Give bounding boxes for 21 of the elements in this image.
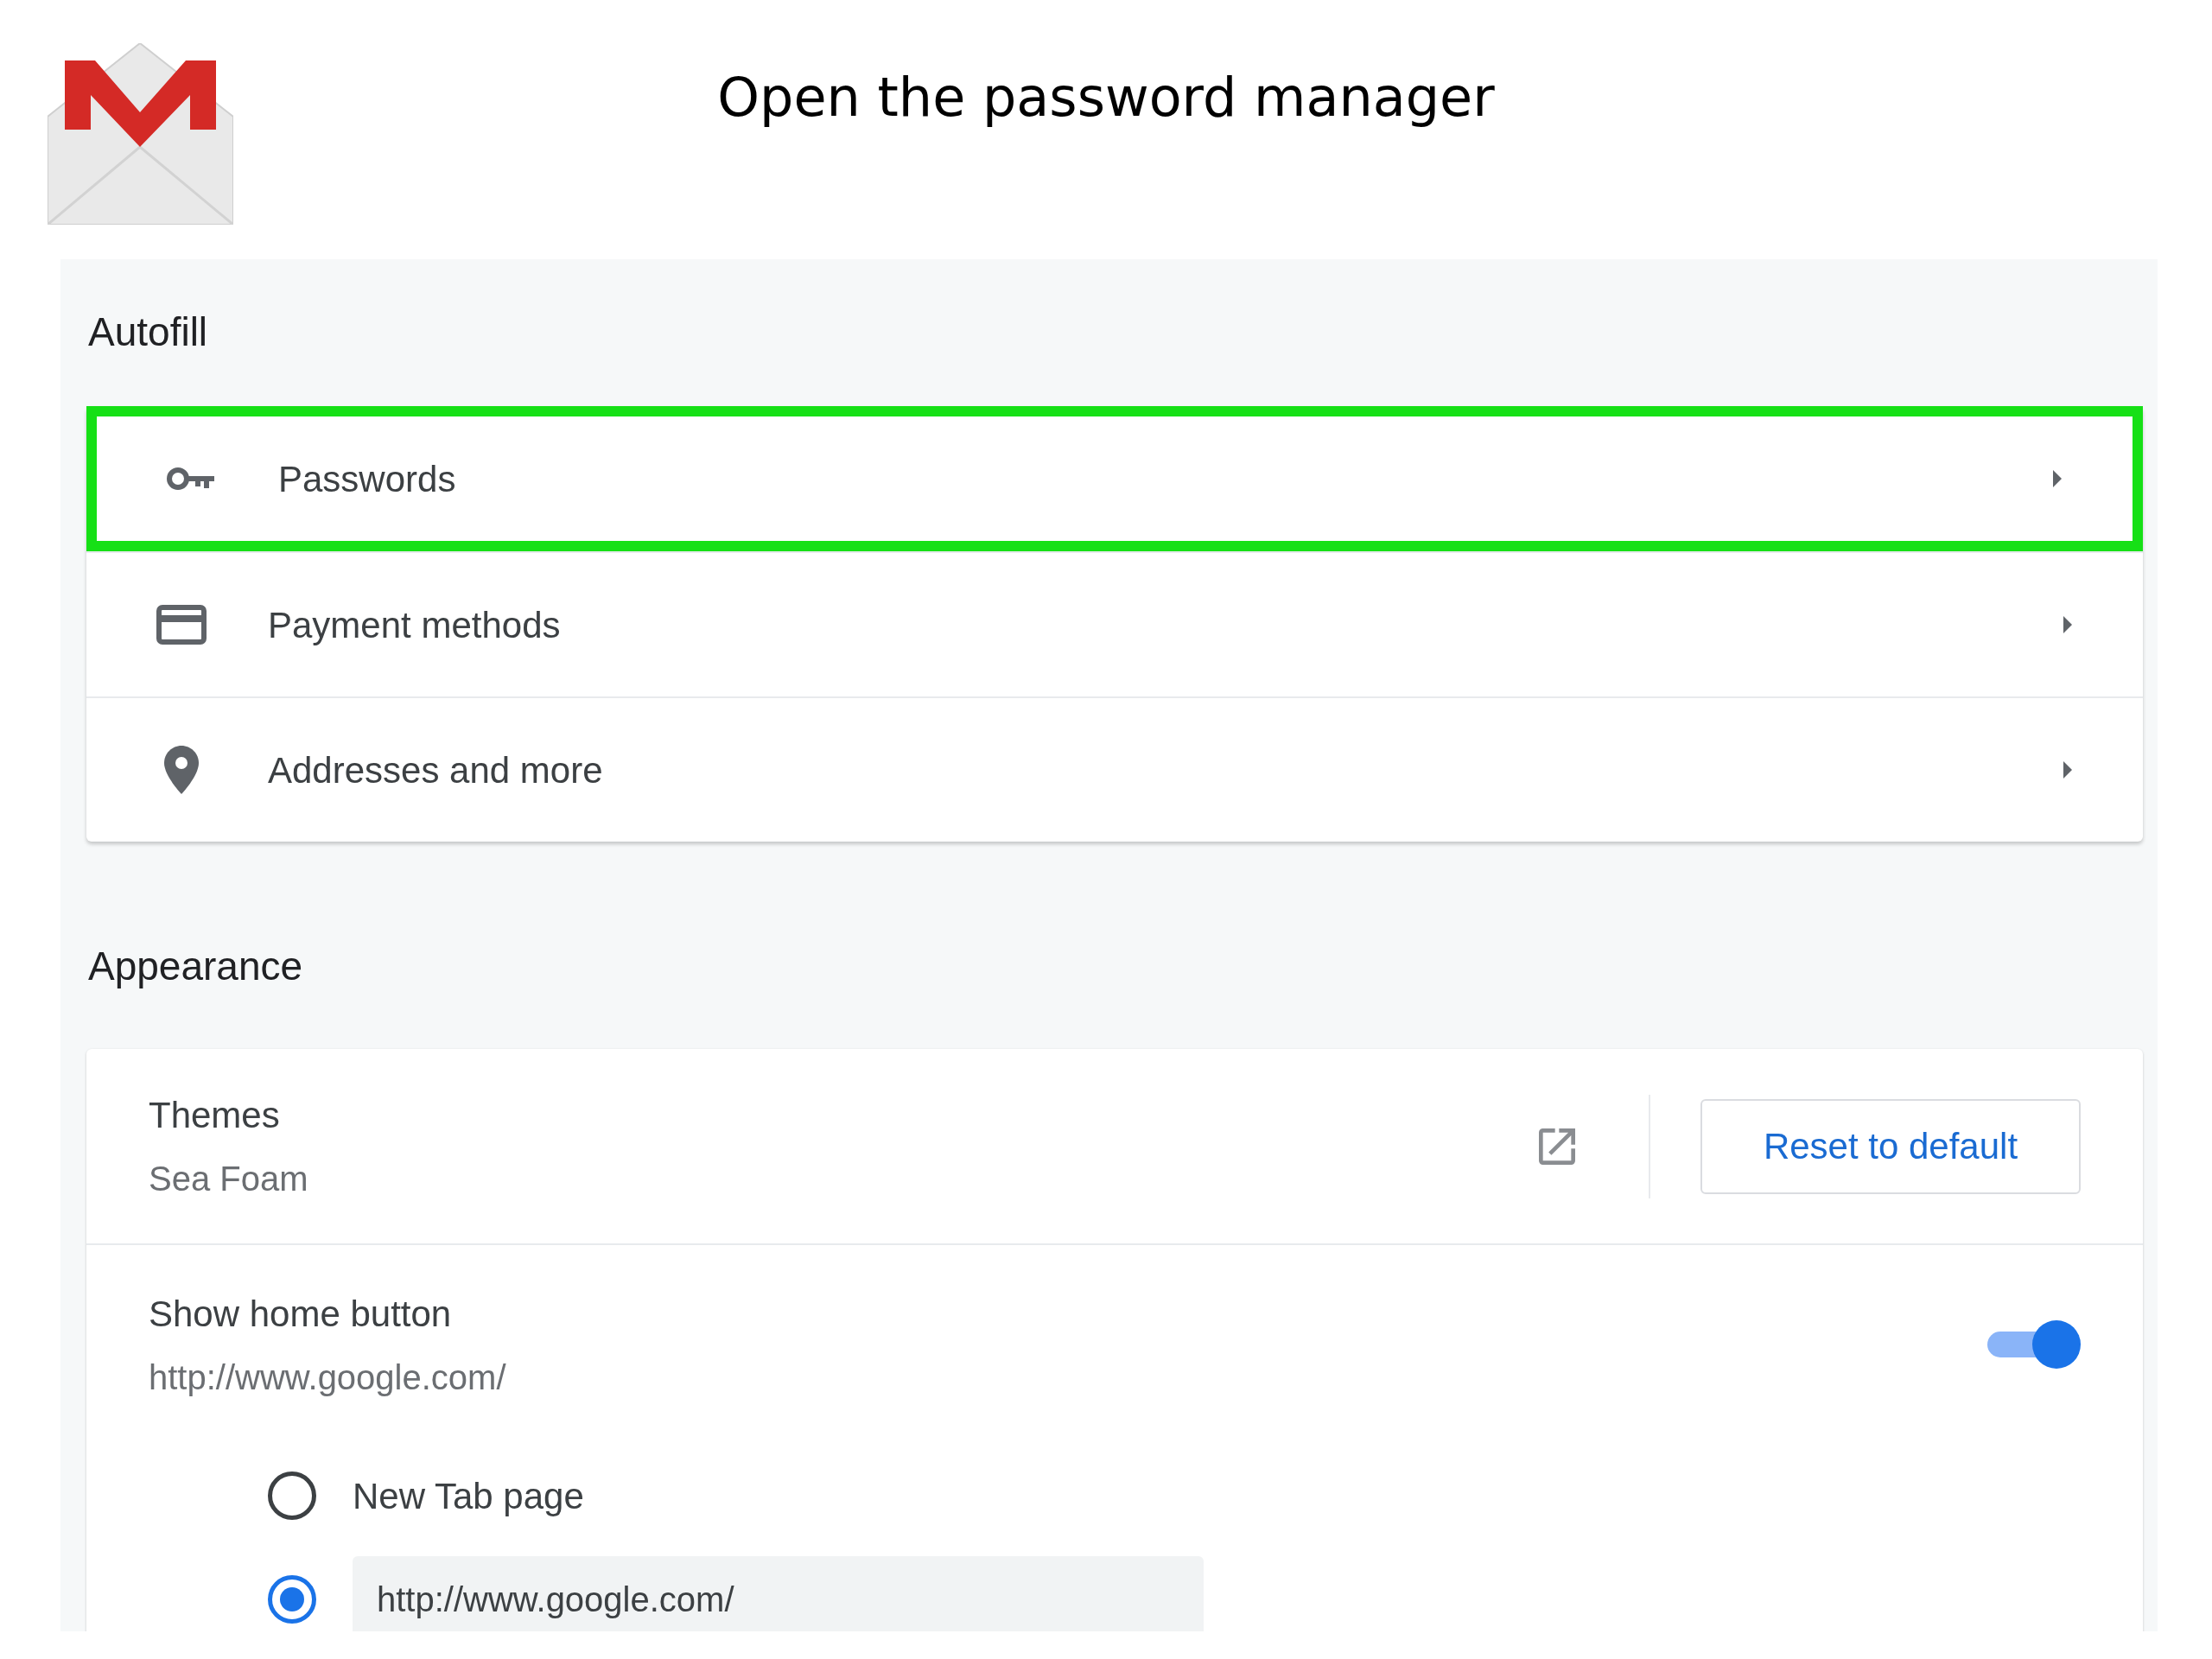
credit-card-icon — [156, 605, 207, 645]
settings-row[interactable]: Payment methods — [86, 551, 2143, 696]
setting-label: Themes — [149, 1094, 281, 1137]
radio-label: New Tab page — [353, 1474, 584, 1518]
settings-row[interactable]: Passwords — [86, 406, 2143, 551]
chevron-right-icon — [2062, 614, 2074, 635]
setting-label: Show home button — [149, 1292, 453, 1336]
section-heading: Autofill — [88, 309, 208, 354]
reset-to-default-button[interactable]: Reset to default — [1700, 1098, 2081, 1194]
setting-value: http://www.google.com/ — [149, 1357, 507, 1398]
url-field[interactable]: http://www.google.com/ — [353, 1556, 1204, 1631]
section-heading: Appearance — [88, 944, 303, 988]
radio-button[interactable] — [268, 1575, 316, 1624]
envelope-logo-icon — [48, 43, 233, 225]
setting-value: Sea Foam — [149, 1159, 309, 1199]
toggle-switch[interactable] — [1986, 1320, 2081, 1369]
radio-button[interactable] — [268, 1471, 316, 1520]
location-pin-icon — [164, 746, 199, 794]
chevron-right-icon — [2051, 468, 2063, 489]
chevron-right-icon — [2062, 760, 2074, 780]
settings-row[interactable]: Addresses and more — [86, 696, 2143, 842]
